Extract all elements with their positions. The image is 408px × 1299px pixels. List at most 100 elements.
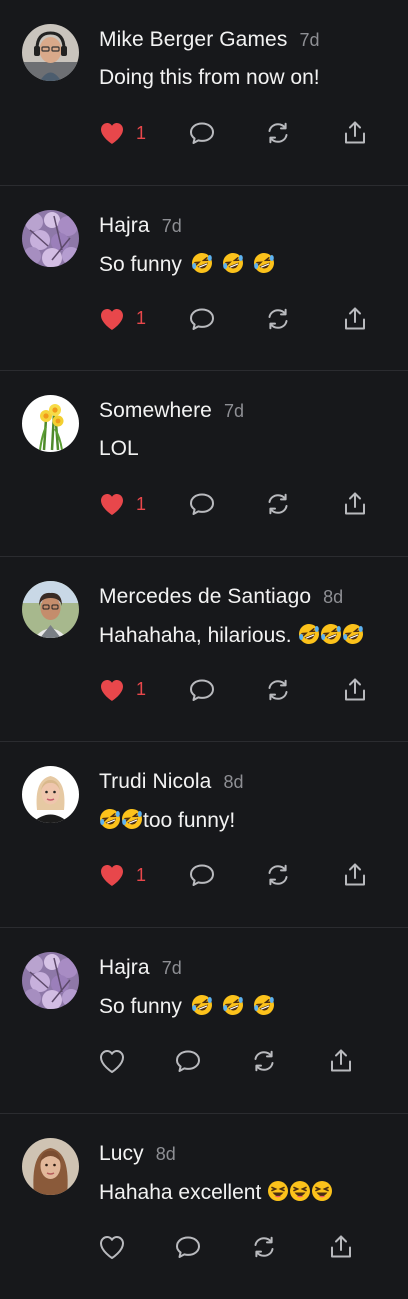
comment-bubble-icon	[187, 860, 217, 890]
avatar[interactable]	[22, 209, 79, 267]
share-button[interactable]	[340, 858, 370, 892]
timestamp: 8d	[155, 1143, 176, 1164]
comment-text: LOL	[99, 437, 139, 461]
restack-button[interactable]	[263, 116, 293, 150]
share-icon	[340, 675, 370, 705]
like-button[interactable]: 1	[97, 487, 146, 521]
comment-header: Trudi Nicola 8d	[99, 770, 244, 794]
restack-icon	[263, 304, 293, 334]
like-button[interactable]: 1	[97, 858, 146, 892]
comment-bubble-icon	[187, 304, 217, 334]
reply-button[interactable]	[187, 858, 217, 892]
laughing-emoji	[267, 1180, 289, 1202]
reply-button[interactable]	[187, 302, 217, 336]
restack-icon	[263, 118, 293, 148]
comment-header: Hajra 7d	[99, 214, 182, 238]
avatar[interactable]	[22, 951, 79, 1009]
restack-button[interactable]	[263, 487, 293, 521]
restack-button[interactable]	[249, 1230, 279, 1264]
comment-actions	[0, 1044, 408, 1078]
comment-item: Lucy 8d Hahaha excellent	[0, 1114, 408, 1299]
heart-icon	[97, 860, 127, 890]
comment-item: Mike Berger Games 7d Doing this from now o…	[0, 0, 408, 186]
comment-header: Somewhere 7d	[99, 399, 244, 423]
share-button[interactable]	[340, 487, 370, 521]
like-button[interactable]	[97, 1230, 127, 1264]
restack-button[interactable]	[263, 858, 293, 892]
laughing-emoji	[289, 1180, 311, 1202]
like-button[interactable]: 1	[97, 302, 146, 336]
comment-bubble-icon	[187, 118, 217, 148]
like-button[interactable]: 1	[97, 116, 146, 150]
share-icon	[340, 304, 370, 334]
comment-actions	[0, 1230, 408, 1264]
laughing-emoji	[311, 1180, 333, 1202]
share-icon	[340, 489, 370, 519]
author-name[interactable]: Lucy	[99, 1142, 144, 1165]
like-button[interactable]: 1	[97, 673, 146, 707]
comment-bubble-icon	[187, 675, 217, 705]
like-count: 1	[136, 864, 147, 885]
restack-button[interactable]	[263, 302, 293, 336]
timestamp: 7d	[299, 30, 320, 50]
avatar[interactable]	[22, 580, 79, 638]
share-button[interactable]	[326, 1044, 356, 1078]
comment-item: Trudi Nicola 8d too funny! 1	[0, 742, 408, 928]
restack-button[interactable]	[249, 1044, 279, 1078]
comment-body: Hahahaha, hilarious.	[99, 623, 292, 647]
comment-feed: Mike Berger Games 7d Doing this from now o…	[0, 0, 408, 1298]
avatar[interactable]	[22, 395, 79, 453]
author-name[interactable]: Mercedes de Santiago	[99, 585, 311, 608]
share-icon	[340, 860, 370, 890]
reply-button[interactable]	[187, 116, 217, 150]
like-button[interactable]	[97, 1044, 127, 1078]
heart-icon	[97, 1046, 127, 1076]
comment-body: Doing this from now on!	[99, 66, 320, 89]
author-name[interactable]: Somewhere	[99, 399, 212, 422]
comment-actions: 1	[0, 116, 408, 150]
comment-body: Hahaha excellent	[99, 1180, 262, 1204]
comment-actions: 1	[0, 302, 408, 336]
share-icon	[340, 118, 370, 148]
comment-header: Mike Berger Games 7d	[99, 28, 319, 52]
timestamp: 8d	[323, 586, 344, 607]
share-button[interactable]	[340, 116, 370, 150]
heart-icon	[97, 304, 127, 334]
comment-text: So funny	[99, 252, 275, 277]
share-button[interactable]	[326, 1230, 356, 1264]
reply-button[interactable]	[187, 487, 217, 521]
timestamp: 7d	[161, 215, 182, 236]
restack-icon	[249, 1232, 279, 1262]
share-button[interactable]	[340, 302, 370, 336]
comment-text: So funny	[99, 994, 275, 1019]
author-name[interactable]: Trudi Nicola	[99, 770, 211, 793]
author-name[interactable]: Mike Berger Games	[99, 28, 287, 51]
comment-item: Hajra 7d So funny	[0, 928, 408, 1114]
heart-icon	[97, 675, 127, 705]
heart-icon	[97, 1232, 127, 1262]
rofl-emoji	[342, 623, 364, 645]
avatar[interactable]	[22, 766, 79, 824]
comment-bubble-icon	[187, 489, 217, 519]
avatar[interactable]	[22, 24, 79, 81]
restack-button[interactable]	[263, 673, 293, 707]
comment-text: Hahahaha, hilarious.	[99, 623, 364, 648]
like-count: 1	[136, 493, 147, 514]
avatar[interactable]	[22, 1137, 79, 1195]
comment-body: So funny	[99, 252, 182, 276]
rofl-emoji	[121, 808, 143, 830]
comment-actions: 1	[0, 673, 408, 707]
comment-header: Mercedes de Santiago 8d	[99, 585, 343, 609]
reply-button[interactable]	[173, 1044, 203, 1078]
author-name[interactable]: Hajra	[99, 214, 150, 237]
comment-bubble-icon	[173, 1046, 203, 1076]
reply-button[interactable]	[173, 1230, 203, 1264]
comment-item: Somewhere 7d LOL 1	[0, 371, 408, 557]
share-button[interactable]	[340, 673, 370, 707]
like-count: 1	[136, 679, 147, 700]
comment-header: Lucy 8d	[99, 1142, 176, 1166]
reply-button[interactable]	[187, 673, 217, 707]
author-name[interactable]: Hajra	[99, 956, 150, 979]
rofl-emoji	[191, 252, 213, 274]
rofl-emoji	[99, 808, 121, 830]
